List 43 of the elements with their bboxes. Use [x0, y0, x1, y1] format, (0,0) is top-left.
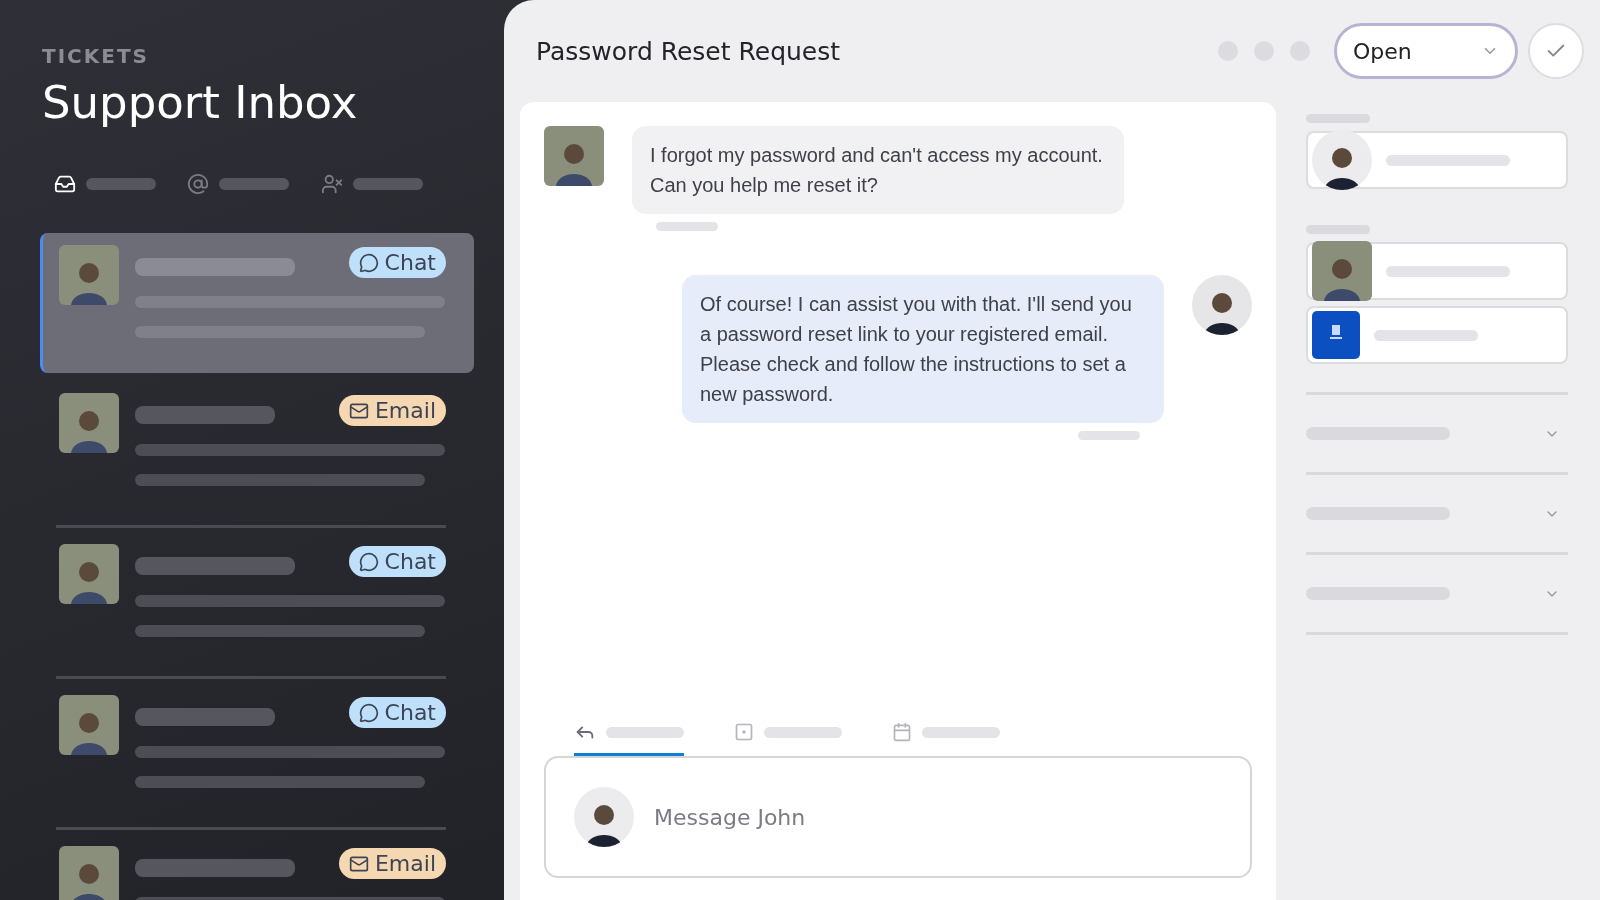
text-placeholder — [1078, 431, 1140, 440]
avatar-placeholder — [1312, 130, 1372, 190]
ticket-card[interactable]: Email — [40, 834, 474, 900]
speech-bubble-icon — [358, 702, 379, 723]
speech-bubble-icon — [358, 551, 379, 572]
speech-bubble-icon — [358, 252, 379, 273]
note-icon — [734, 722, 754, 742]
assignee-card[interactable] — [1306, 131, 1568, 189]
user-remove-icon — [320, 173, 343, 195]
photo-placeholder — [59, 544, 119, 604]
inbox-icon — [54, 173, 76, 195]
resolve-button[interactable] — [1528, 23, 1584, 79]
ticket-card[interactable]: Chat — [40, 683, 474, 823]
channel-badge: Email — [338, 848, 446, 879]
message-bubble: Of course! I can assist you with that. I'll send you a password reset link to your registered email. Please check and follow the instructions to set a new password. — [682, 275, 1164, 423]
text-placeholder — [656, 222, 718, 231]
message-bubble: I forgot my password and can't access my account. Can you help me reset it? — [632, 126, 1124, 214]
channel-badge: Chat — [348, 247, 446, 278]
contact-card[interactable] — [1306, 242, 1568, 300]
photo-placeholder — [1312, 241, 1372, 301]
photo-placeholder — [59, 846, 119, 900]
ticket-title: Password Reset Request — [536, 36, 842, 66]
photo-placeholder — [59, 393, 119, 453]
photo-placeholder — [544, 126, 604, 186]
ticket-card[interactable]: Chat — [40, 233, 474, 373]
text-placeholder — [219, 178, 290, 190]
ticket-card[interactable]: Email — [40, 381, 474, 521]
channel-badge: Email — [338, 395, 446, 426]
photo-placeholder — [59, 245, 119, 305]
photo-placeholder — [59, 695, 119, 755]
at-sign-icon — [187, 173, 210, 195]
company-card[interactable] — [1306, 306, 1568, 364]
channel-badge: Chat — [348, 546, 446, 577]
text-placeholder — [352, 178, 423, 190]
message-field[interactable]: Message John — [544, 756, 1252, 878]
calendar-icon — [892, 722, 912, 742]
text-placeholder — [86, 178, 156, 190]
page-title: Support Inbox — [42, 76, 359, 129]
company-logo-icon — [1312, 311, 1360, 359]
ticket-card[interactable]: Chat — [40, 532, 474, 672]
section-label: TICKETS — [42, 44, 150, 68]
status-dropdown[interactable]: Open — [1334, 23, 1518, 79]
channel-badge: Chat — [348, 697, 446, 728]
